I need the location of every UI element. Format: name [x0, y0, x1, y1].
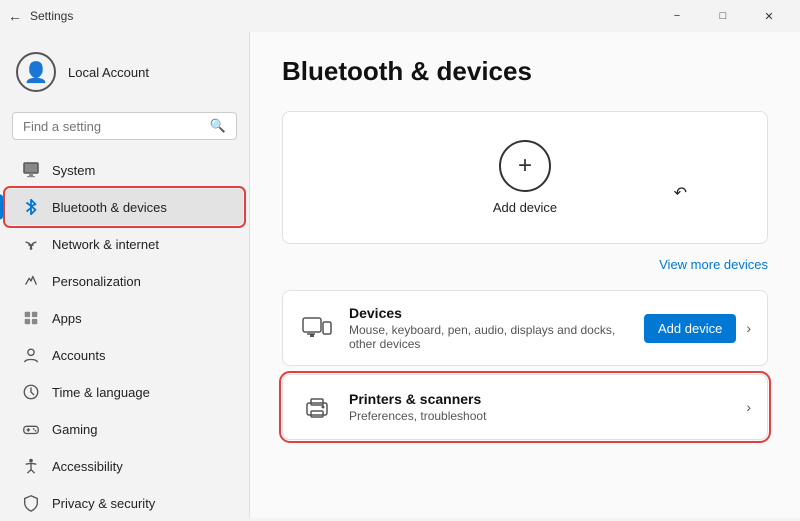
title-bar-controls: − □ ✕	[654, 0, 792, 32]
chevron-right-icon-printers: ›	[746, 399, 751, 415]
printers-icon	[299, 389, 335, 425]
sidebar-item-bluetooth[interactable]: Bluetooth & devices	[6, 189, 243, 225]
add-device-card[interactable]: + Add device ↶	[282, 111, 768, 244]
sidebar-item-label-personalization: Personalization	[52, 274, 141, 289]
content-area: Bluetooth & devices + Add device ↶ View …	[250, 32, 800, 518]
sidebar-item-label-privacy: Privacy & security	[52, 496, 155, 511]
device-row-text-devices: Devices Mouse, keyboard, pen, audio, dis…	[349, 305, 630, 351]
sidebar-item-time[interactable]: Time & language	[6, 374, 243, 410]
nav-list: System Bluetooth & devices	[0, 152, 249, 521]
avatar: 👤	[16, 52, 56, 92]
search-box[interactable]: 🔍	[12, 112, 237, 140]
sidebar-item-label-bluetooth: Bluetooth & devices	[52, 200, 167, 215]
device-row-devices[interactable]: Devices Mouse, keyboard, pen, audio, dis…	[282, 290, 768, 366]
search-input[interactable]	[23, 119, 204, 134]
back-icon[interactable]: ←	[8, 8, 22, 24]
device-row-subtitle-printers: Preferences, troubleshoot	[349, 409, 732, 423]
cursor-indicator: ↶	[674, 183, 687, 203]
page-title: Bluetooth & devices	[282, 56, 768, 87]
sidebar-item-label-time: Time & language	[52, 385, 150, 400]
user-section[interactable]: 👤 Local Account	[0, 40, 249, 104]
personalization-icon	[22, 272, 40, 290]
plus-icon: +	[518, 154, 532, 178]
device-row-text-printers: Printers & scanners Preferences, trouble…	[349, 391, 732, 423]
chevron-right-icon-devices: ›	[746, 320, 751, 336]
device-row-title-printers: Printers & scanners	[349, 391, 732, 407]
sidebar-item-gaming[interactable]: Gaming	[6, 411, 243, 447]
gaming-icon	[22, 420, 40, 438]
add-device-label: Add device	[493, 200, 557, 215]
view-more-link[interactable]: View more devices	[282, 256, 768, 274]
close-button[interactable]: ✕	[746, 0, 792, 32]
network-icon	[22, 235, 40, 253]
sidebar-item-label-accounts: Accounts	[52, 348, 105, 363]
sidebar-item-apps[interactable]: Apps	[6, 300, 243, 336]
sidebar-item-label-accessibility: Accessibility	[52, 459, 123, 474]
sidebar-item-system[interactable]: System	[6, 152, 243, 188]
accessibility-icon	[22, 457, 40, 475]
devices-icon	[299, 310, 335, 346]
maximize-button[interactable]: □	[700, 0, 746, 32]
device-row-title-devices: Devices	[349, 305, 630, 321]
add-device-button[interactable]: Add device	[644, 314, 736, 343]
sidebar-item-personalization[interactable]: Personalization	[6, 263, 243, 299]
time-icon	[22, 383, 40, 401]
sidebar-item-label-gaming: Gaming	[52, 422, 98, 437]
device-row-printers[interactable]: Printers & scanners Preferences, trouble…	[282, 374, 768, 440]
privacy-icon	[22, 494, 40, 512]
title-bar: ← Settings − □ ✕	[0, 0, 800, 32]
device-row-subtitle-devices: Mouse, keyboard, pen, audio, displays an…	[349, 323, 630, 351]
title-bar-left: ← Settings	[8, 8, 73, 24]
accounts-icon	[22, 346, 40, 364]
sidebar-item-label-network: Network & internet	[52, 237, 159, 252]
minimize-button[interactable]: −	[654, 0, 700, 32]
bluetooth-icon	[22, 198, 40, 216]
search-icon: 🔍	[210, 118, 226, 134]
sidebar-item-privacy[interactable]: Privacy & security	[6, 485, 243, 521]
user-icon: 👤	[24, 60, 49, 85]
sidebar-item-label-system: System	[52, 163, 95, 178]
sidebar: 👤 Local Account 🔍 System	[0, 32, 250, 518]
device-row-actions-printers: ›	[746, 399, 751, 415]
title-bar-title: Settings	[30, 9, 73, 23]
sidebar-item-network[interactable]: Network & internet	[6, 226, 243, 262]
apps-icon	[22, 309, 40, 327]
app-window: 👤 Local Account 🔍 System	[0, 32, 800, 518]
sidebar-item-accounts[interactable]: Accounts	[6, 337, 243, 373]
user-name-label: Local Account	[68, 65, 149, 80]
sidebar-item-label-apps: Apps	[52, 311, 82, 326]
system-icon	[22, 161, 40, 179]
device-row-actions-devices: Add device ›	[644, 314, 751, 343]
sidebar-item-accessibility[interactable]: Accessibility	[6, 448, 243, 484]
view-more-anchor[interactable]: View more devices	[659, 257, 768, 272]
add-device-circle: +	[499, 140, 551, 192]
